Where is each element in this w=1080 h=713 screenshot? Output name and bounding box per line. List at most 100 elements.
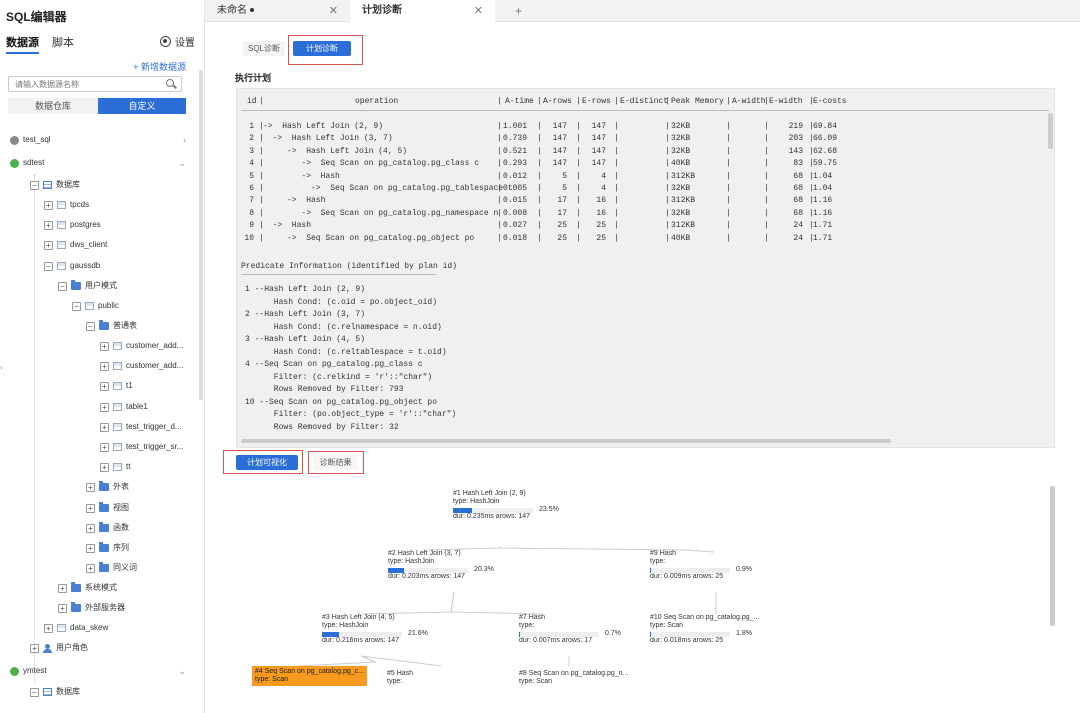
expand-icon[interactable]: + [44,200,53,210]
plan-node[interactable]: #7 Hash type: 0.7% dur: 0.007ms arows: 17 [519,614,621,645]
tree-node-ymtest[interactable]: ymtest ⌄ [10,661,200,681]
plan-node[interactable]: #10 Seq Scan on pg_catalog.pg_... type: S… [650,614,759,645]
tree-node-table[interactable]: + test_trigger_sr... [100,437,183,457]
expand-icon[interactable]: + [100,402,109,412]
expand-icon[interactable]: + [58,583,67,593]
expand-icon[interactable]: + [44,220,53,230]
tree-node-gaussdb[interactable]: − gaussdb [44,256,100,276]
tree-node-dws-client[interactable]: + dws_client [44,235,107,255]
plan-row[interactable]: 3 -> Hash Left Join (4, 5) 0.521 147 147 32K… [237,147,1056,159]
expand-icon[interactable]: + [30,643,39,653]
plan-row[interactable]: 7 -> Hash 0.015 17 16 312KB 68 1.16 | | | | | | | | | [237,196,1056,208]
tree-scrollbar[interactable] [1050,486,1055,626]
plan-node-progress-bar [650,568,730,573]
chevron-left-icon[interactable]: ‹ [0,362,3,372]
plan-node[interactable]: #4 Seq Scan on pg_catalog.pg_c... type: S… [252,666,367,686]
add-tab-icon[interactable]: + [515,0,522,22]
expand-icon[interactable]: + [44,240,53,250]
expand-icon[interactable]: + [100,462,109,472]
plan-vertical-scrollbar[interactable] [1048,113,1053,149]
tab-datasource[interactable]: 数据源 [6,34,39,54]
plan-row[interactable]: 1 -> Hash Left Join (2, 9) 1.001 147 147 32KB… [237,122,1056,134]
add-datasource-link[interactable]: + 新增数据源 [133,60,186,73]
plan-row[interactable]: 4 -> Seq Scan on pg_catalog.pg_class c 0.… [237,159,1056,171]
plan-node[interactable]: #1 Hash Left Join (2, 9) type: HashJoin 23… [453,490,559,521]
plan-row[interactable]: 8 -> Seq Scan on pg_catalog.pg_namespace… [237,209,1056,221]
plan-row[interactable]: 5 -> Hash 0.012 5 4 312KB 68 1.04 | | | | | | | | | [237,172,1056,184]
tree-node-sequences[interactable]: + 序列 [86,538,129,558]
expand-icon[interactable]: + [100,422,109,432]
expand-icon[interactable]: + [100,381,109,391]
plan-cell-id: 10 [244,233,254,243]
tree-node-table[interactable]: + table1 [100,397,148,417]
tree-node-public[interactable]: − public [72,296,119,316]
tree-node-tpcds[interactable]: + tpcds [44,195,89,215]
tree-node-foreign-tables[interactable]: + 外表 [86,477,129,497]
collapse-icon[interactable]: − [44,261,53,271]
settings-button[interactable]: 设置 [160,34,195,49]
expand-icon[interactable]: + [86,482,95,492]
chevron-right-icon[interactable]: › [183,130,186,150]
tab-untitled[interactable]: 未命名 ✕ [205,0,350,22]
tree-node-table[interactable]: + t1 [100,376,133,396]
chevron-down-icon[interactable]: ⌄ [178,153,186,173]
plan-row[interactable]: 6 -> Seq Scan on pg_catalog.pg_tablespac… [237,184,1056,196]
collapse-icon[interactable]: − [86,321,95,331]
plan-row[interactable]: 9 -> Hash 0.027 25 25 312KB 24 1.71 | | | | | | | | | [237,221,1056,233]
expand-icon[interactable]: + [100,442,109,452]
close-icon[interactable]: ✕ [329,0,338,22]
tree-node-system-schema[interactable]: + 系统模式 [58,578,117,598]
close-icon[interactable]: ✕ [474,0,483,22]
plan-node[interactable]: #5 Hash type: [387,670,413,686]
plan-row[interactable]: 2 -> Hash Left Join (3, 7) 0.739 147 147 32K… [237,134,1056,146]
collapse-icon[interactable]: − [30,687,39,697]
collapse-icon[interactable]: − [72,301,81,311]
subtab-sql-diagnosis[interactable]: SQL诊断 [243,41,285,56]
tree-node-normal-tables[interactable]: − 普通表 [86,316,137,336]
search-icon[interactable] [166,79,174,87]
tree-node-label: t1 [126,381,133,390]
plan-node[interactable]: #2 Hash Left Join (3, 7) type: HashJoin 20… [388,550,494,581]
plan-node[interactable]: #3 Hash Left Join (4, 5) type: HashJoin 21… [322,614,428,645]
collapse-icon[interactable]: − [30,180,39,190]
tree-node-sdtest[interactable]: sdtest ⌄ [10,153,200,173]
collapse-icon[interactable]: − [58,281,67,291]
datasource-search-input[interactable] [8,76,182,92]
tree-node-synonyms[interactable]: + 同义词 [86,558,137,578]
expand-icon[interactable]: + [86,563,95,573]
tree-node-foreign-servers[interactable]: + 外部服务器 [58,598,125,618]
expand-icon[interactable]: + [86,543,95,553]
expand-icon[interactable]: + [86,503,95,513]
tree-node-postgres[interactable]: + postgres [44,215,101,235]
sidebar-scrollbar[interactable] [199,70,203,400]
chevron-down-icon[interactable]: ⌄ [178,661,186,681]
expand-icon[interactable]: + [100,341,109,351]
tree-node-user-roles[interactable]: + 用户角色 [30,638,88,658]
tree-node-databases[interactable]: − 数据库 [30,682,80,702]
tree-node-views[interactable]: + 视图 [86,498,129,518]
tree-node-user-schema[interactable]: − 用户模式 [58,276,117,296]
plan-row[interactable]: 10 -> Seq Scan on pg_catalog.pg_object p… [237,234,1056,246]
expand-icon[interactable]: + [44,623,53,633]
plan-node[interactable]: #8 Seq Scan on pg_catalog.pg_n... type: S… [519,670,628,686]
expand-icon[interactable]: + [86,523,95,533]
table-icon [113,443,122,451]
tree-node-test-sql[interactable]: test_sql › [10,130,200,150]
segment-custom[interactable]: 自定义 [98,98,186,114]
tree-node-data-skew[interactable]: + data_skew [44,618,108,638]
tree-node-table[interactable]: + test_trigger_d... [100,417,182,437]
tab-plan-diagnosis[interactable]: 计划诊断 ✕ [350,0,495,22]
tree-node-databases[interactable]: − 数据库 [30,175,80,195]
tree-node-table[interactable]: + customer_add... [100,336,183,356]
plan-node[interactable]: #9 Hash type: 0.9% dur: 0.009ms arows: 25 [650,550,752,581]
expand-icon[interactable]: + [58,603,67,613]
plan-horizontal-scrollbar[interactable] [241,439,891,443]
column-header-a-time: A-time [505,97,534,106]
segment-warehouse[interactable]: 数据仓库 [8,98,98,114]
expand-icon[interactable]: + [100,361,109,371]
tree-node-functions[interactable]: + 函数 [86,518,129,538]
tree-node-table[interactable]: + customer_add... [100,356,183,376]
tree-node-table[interactable]: + tt [100,457,130,477]
column-separator: | [537,171,542,181]
tab-scripts[interactable]: 脚本 [52,34,74,50]
